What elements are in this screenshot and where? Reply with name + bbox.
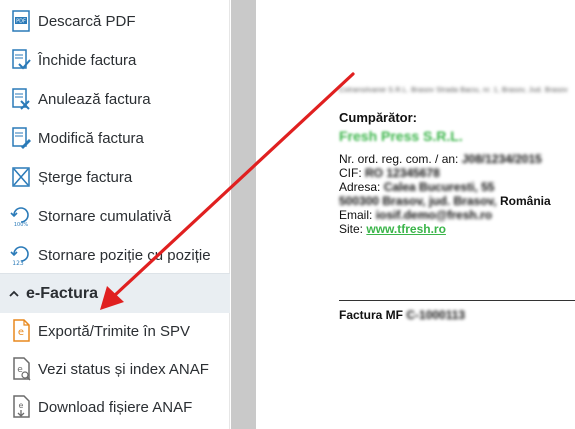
menu-label: Modifică factura	[38, 129, 144, 147]
menu-item-download-anaf[interactable]: e Download fișiere ANAF	[0, 388, 230, 426]
menu-label: Descarcă PDF	[38, 12, 136, 30]
menu-label: Vezi status și index ANAF	[38, 360, 209, 378]
site-link[interactable]: www.tfresh.ro	[366, 222, 446, 236]
storno-cumulative-icon: 100%	[10, 204, 32, 228]
delete-invoice-icon	[10, 165, 32, 189]
menu-label: Anulează factura	[38, 90, 151, 108]
invoice-preview: Cotransilvanie S.R.L. Brasov Strada Baci…	[256, 0, 575, 429]
cancel-invoice-icon	[10, 87, 32, 111]
svg-text:PDF: PDF	[16, 19, 26, 25]
svg-text:e: e	[19, 401, 24, 410]
buyer-reg-line: Nr. ord. reg. com. / an: J08/1234/2015	[339, 152, 542, 166]
invoice-number-line: Factura MF C-1000113	[339, 308, 465, 322]
menu-label: Stornare poziție cu poziție	[38, 246, 211, 264]
menu-item-close-invoice[interactable]: Închide factura	[0, 41, 230, 79]
invoice-label: Factura MF	[339, 308, 404, 322]
close-invoice-icon	[10, 48, 32, 72]
buyer-address-line: Adresa: Calea Bucuresti, 55	[339, 180, 494, 194]
sidebar: PDF Descarcă PDF Închide factura Anuleaz…	[0, 0, 230, 429]
cif-label: CIF:	[339, 166, 362, 180]
buyer-name: Fresh Press S.R.L.	[339, 128, 463, 144]
menu-item-storno-cumulative[interactable]: 100% Stornare cumulativă	[0, 197, 230, 235]
menu-item-download-pdf[interactable]: PDF Descarcă PDF	[0, 2, 230, 40]
invoice-number: C-1000113	[406, 308, 466, 322]
buyer-address-line2: 500300 Brasov, jud. Brasov, România	[339, 194, 551, 208]
edit-invoice-icon	[10, 126, 32, 150]
site-label: Site:	[339, 222, 364, 236]
section-efactura-toggle[interactable]: e-Factura	[0, 273, 230, 313]
buyer-cif-line: CIF: RO 12345678	[339, 166, 440, 180]
menu-label: Download fișiere ANAF	[38, 398, 193, 416]
buyer-email-line: Email: iosif.demo@fresh.ro	[339, 208, 492, 222]
menu-item-status-anaf[interactable]: e Vezi status și index ANAF	[0, 350, 230, 388]
chevron-up-icon	[8, 288, 20, 300]
section-title: e-Factura	[26, 284, 99, 302]
country: România	[499, 194, 551, 208]
cif-value: RO 12345678	[365, 166, 440, 180]
svg-text:100%: 100%	[14, 222, 29, 227]
menu-item-edit-invoice[interactable]: Modifică factura	[0, 119, 230, 157]
menu-label: Exportă/Trimite în SPV	[38, 322, 190, 340]
menu-item-export-spv[interactable]: e Exportă/Trimite în SPV	[0, 312, 230, 350]
address-label: Adresa:	[339, 180, 381, 194]
download-anaf-icon: e	[10, 395, 32, 419]
buyer-title: Cumpărător:	[339, 110, 418, 125]
menu-label: Stornare cumulativă	[38, 207, 172, 225]
viewer-gutter	[231, 0, 256, 429]
menu-label: Șterge factura	[38, 168, 133, 186]
reg-label: Nr. ord. reg. com. / an:	[339, 152, 459, 166]
export-spv-icon: e	[10, 319, 32, 343]
pdf-file-icon: PDF	[10, 9, 32, 33]
svg-text:e: e	[18, 327, 24, 338]
menu-item-storno-position[interactable]: 123 Stornare poziție cu poziție	[0, 236, 230, 274]
supplier-header-line: Cotransilvanie S.R.L. Brasov Strada Baci…	[339, 87, 568, 94]
status-anaf-icon: e	[10, 357, 32, 381]
divider	[339, 300, 575, 301]
address-line2: 500300 Brasov, jud. Brasov,	[339, 194, 497, 208]
buyer-site-line: Site: www.tfresh.ro	[339, 222, 446, 236]
email-label: Email:	[339, 208, 373, 222]
svg-text:123: 123	[12, 260, 24, 266]
menu-item-cancel-invoice[interactable]: Anulează factura	[0, 80, 230, 118]
reg-value: J08/1234/2015	[461, 152, 542, 166]
address-value: Calea Bucuresti, 55	[383, 180, 495, 194]
storno-position-icon: 123	[10, 243, 32, 267]
email-value: iosif.demo@fresh.ro	[375, 208, 493, 222]
menu-label: Închide factura	[38, 51, 137, 69]
menu-item-delete-invoice[interactable]: Șterge factura	[0, 158, 230, 196]
